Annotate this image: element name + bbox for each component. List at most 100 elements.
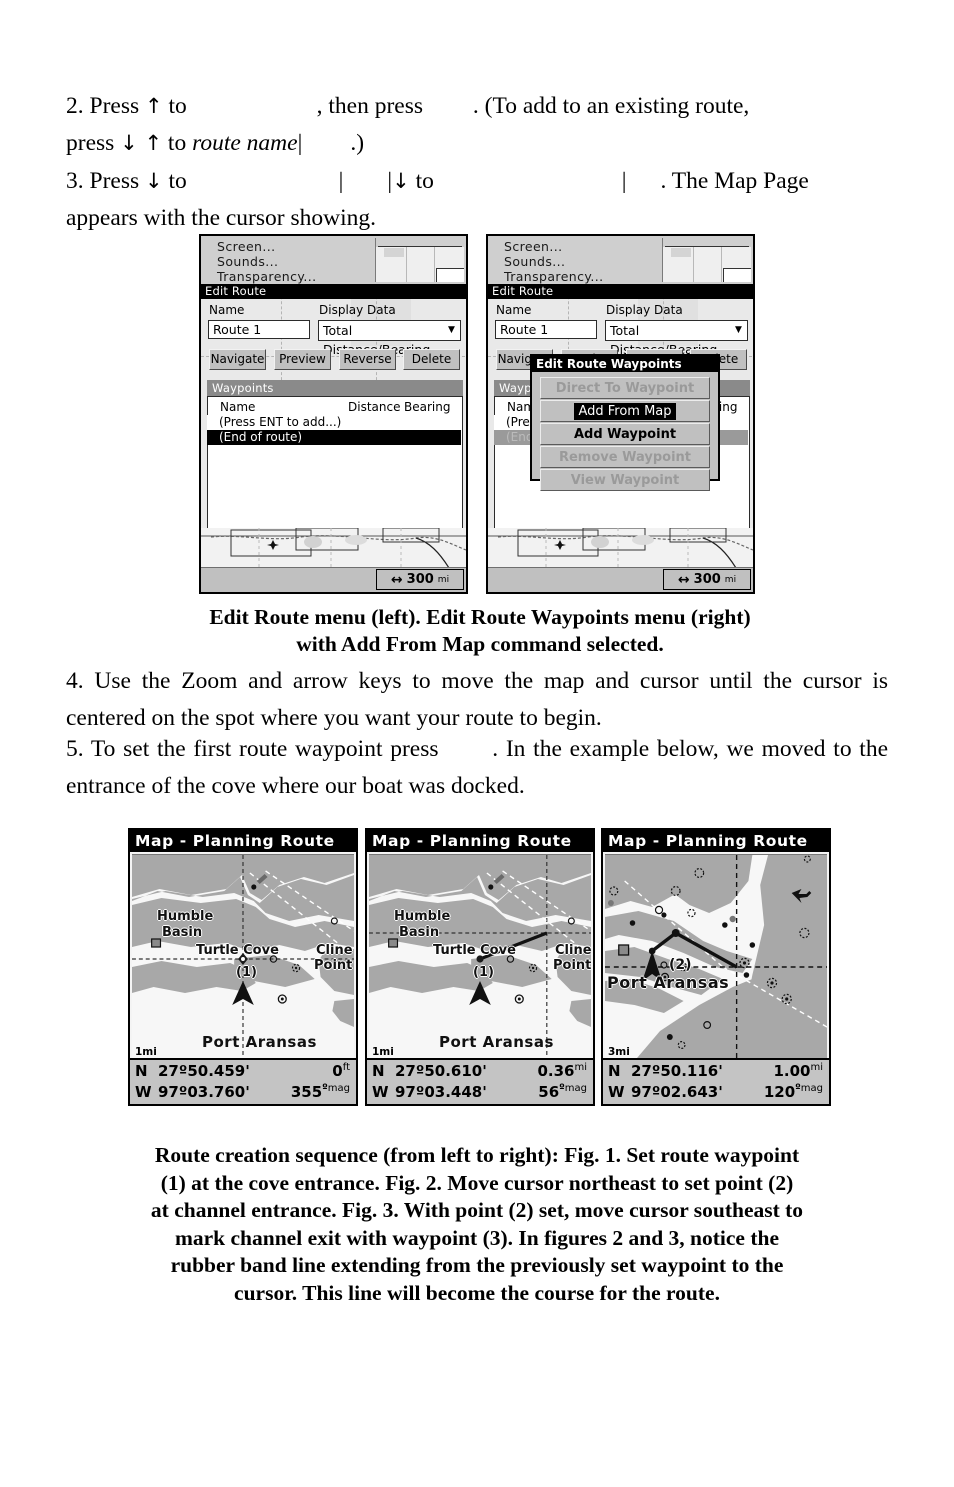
top-menu-strip: Screen... Sounds... Transparency... <box>201 236 466 284</box>
edit-route-screenshot: Screen... Sounds... Transparency... Edit… <box>199 234 468 594</box>
step2-text-e: press <box>66 130 121 156</box>
menu-item-sounds[interactable]: Sounds... <box>217 254 278 269</box>
display-data-label: Display Data <box>319 303 396 317</box>
bottom-status-bar-2: ↔ 300 mi <box>488 567 753 592</box>
waypoint-row-end-of-route[interactable]: (End of route) <box>207 430 461 445</box>
edit-route-waypoints-popup: Edit Route Waypoints Direct To Waypoint … <box>530 354 720 491</box>
map-figure-3-canvas: (2) Port Aransas <box>605 854 827 1061</box>
edit-route-title-bar-2: Edit Route <box>488 284 753 299</box>
column-header-distance: Distance <box>348 400 401 414</box>
chevron-down-icon[interactable]: ▼ <box>445 321 458 340</box>
bearing-unit-1: mag <box>327 1083 350 1094</box>
label-waypoint-2-fig3: (2) <box>669 957 692 973</box>
distance-value-1: 0 <box>332 1062 343 1080</box>
bearing-unit-3: mag <box>800 1083 823 1094</box>
figure-2-caption-line-4: mark channel exit with waypoint (3). In … <box>174 1225 779 1250</box>
lon-value-3: 97º02.643' <box>631 1083 723 1101</box>
map-figure-2-canvas: Humble Basin Turtle Cove Cline Point (1)… <box>369 854 591 1061</box>
bearing-unit-2: mag <box>564 1083 587 1094</box>
popup-item-add-from-map[interactable]: Add From Map <box>540 400 710 422</box>
label-waypoint-1: (1) <box>236 965 257 980</box>
route-name-input[interactable]: Route 1 <box>208 320 310 339</box>
waypoints-section-header: Waypoints <box>207 380 463 396</box>
map-figure-1-data-bar: N 27º50.459' W 97º03.760' 0ft 355ºmag <box>130 1058 356 1104</box>
popup-item-view-waypoint[interactable]: View Waypoint <box>540 469 710 491</box>
preview-button[interactable]: Preview <box>274 349 331 370</box>
lat-value-2: 27º50.610' <box>395 1062 487 1080</box>
label-waypoint-1-fig2: (1) <box>473 965 494 980</box>
bottom-status-bar: ↔ 300 mi <box>201 567 466 592</box>
name-label: Name <box>209 303 245 317</box>
lat-dir-2: N <box>372 1062 385 1080</box>
route-name-input-2[interactable]: Route 1 <box>495 320 597 339</box>
step2-text-g: .) <box>350 130 365 156</box>
bottom-map-graphic-2 <box>488 528 753 568</box>
map-figure-3: Map - Planning Route (2) Port Aransas 3m… <box>601 828 831 1106</box>
label-basin: Basin <box>162 925 203 940</box>
bearing-readout-1: 355ºmag <box>291 1083 350 1101</box>
label-turtle-cove: Turtle Cove <box>196 943 279 958</box>
popup-item-add-from-map-label: Add From Map <box>574 403 676 420</box>
lat-dir-1: N <box>135 1062 148 1080</box>
delete-button[interactable]: Delete <box>403 349 460 370</box>
distance-value-2: 0.36 <box>537 1062 575 1080</box>
label-turtle-cove-2: Turtle Cove <box>433 943 516 958</box>
step2-text-f: to <box>162 130 193 156</box>
map-figure-1-scale: 1mi <box>135 1046 157 1058</box>
figure-2-caption: Route creation sequence (from left to ri… <box>62 1142 892 1307</box>
popup-item-remove-waypoint[interactable]: Remove Waypoint <box>540 446 710 468</box>
popup-item-direct-to-waypoint[interactable]: Direct To Waypoint <box>540 377 710 399</box>
paragraph-step-5: 5. To set the first route waypoint press… <box>66 731 888 805</box>
chevron-down-icon-2[interactable]: ▼ <box>732 321 745 340</box>
figure-2-caption-line-1: Route creation sequence (from left to ri… <box>154 1143 800 1167</box>
label-port-aransas: Port Aransas <box>202 1033 317 1051</box>
label-point: Point <box>314 958 353 973</box>
lon-value-2: 97º03.448' <box>395 1083 487 1101</box>
map-figure-1-title: Map - Planning Route <box>130 830 356 852</box>
menu-item-sounds-2[interactable]: Sounds... <box>504 254 565 269</box>
figure-2-caption-line-3: at channel entrance. Fig. 3. With point … <box>150 1198 804 1222</box>
map-figure-3-data-bar: N 27º50.116' W 97º02.643' 1.00mi 120ºmag <box>603 1058 829 1104</box>
menu-item-transparency-2[interactable]: Transparency... <box>504 269 604 284</box>
lon-dir-2: W <box>372 1083 389 1101</box>
step3-pipe-1: | <box>338 168 344 194</box>
reverse-button[interactable]: Reverse <box>339 349 396 370</box>
step2-text-a: 2. Press <box>66 93 145 119</box>
label-port-aransas-3: Port Aransas <box>607 973 730 992</box>
map-figure-3-scale: 3mi <box>608 1046 630 1058</box>
popup-item-add-waypoint[interactable]: Add Waypoint <box>540 423 710 445</box>
figure-1-caption: Edit Route menu (left). Edit Route Waypo… <box>110 604 850 658</box>
map-figure-2: Map - Planning Route Humble Basin Turtle… <box>365 828 595 1106</box>
arrow-down-icon: ↓ <box>145 169 163 193</box>
lon-dir-3: W <box>608 1083 625 1101</box>
step2-pipe: | <box>297 130 303 156</box>
navigate-button[interactable]: Navigate <box>209 349 266 370</box>
zoom-range-indicator: ↔ 300 mi <box>376 569 464 590</box>
figure-2-caption-line-5: rubber band line extending from the prev… <box>170 1253 784 1277</box>
display-data-select[interactable]: Total Distance/Bearing ▼ <box>318 320 461 357</box>
distance-readout-1: 0ft <box>332 1062 350 1080</box>
waypoint-row-press-ent[interactable]: (Press ENT to add...) <box>207 415 461 430</box>
map-figure-1-canvas: Humble Basin Turtle Cove Cline Point (1)… <box>132 854 354 1061</box>
display-data-select-2[interactable]: Total Distance/Bearing ▼ <box>605 320 748 357</box>
step2-text-c: , then press <box>316 93 429 119</box>
step3-text-b: to <box>162 168 193 194</box>
lat-dir-3: N <box>608 1062 621 1080</box>
bottom-map-strip <box>201 528 466 568</box>
step2-text-b: to <box>162 93 193 119</box>
map-figure-2-scale: 1mi <box>372 1046 394 1058</box>
bottom-map-graphic <box>201 528 466 568</box>
label-port-aransas-2: Port Aransas <box>439 1033 554 1051</box>
map-thumbnail-2 <box>662 238 751 282</box>
label-cline-2: Cline <box>555 943 591 958</box>
figure-2-caption-line-2: (1) at the cove entrance. Fig. 2. Move c… <box>160 1170 794 1195</box>
menu-item-transparency[interactable]: Transparency... <box>217 269 317 284</box>
lat-value-3: 27º50.116' <box>631 1062 723 1080</box>
menu-item-screen[interactable]: Screen... <box>217 239 276 254</box>
paragraph-step-2: 2. Press ↑ to , then press . (To add to … <box>66 88 888 162</box>
menu-item-screen-2[interactable]: Screen... <box>504 239 563 254</box>
top-menu-strip-2: Screen... Sounds... Transparency... <box>488 236 753 284</box>
route-name-italic: route name <box>192 130 298 156</box>
bearing-value-2: 56 <box>538 1083 560 1101</box>
label-cline: Cline <box>316 943 353 958</box>
